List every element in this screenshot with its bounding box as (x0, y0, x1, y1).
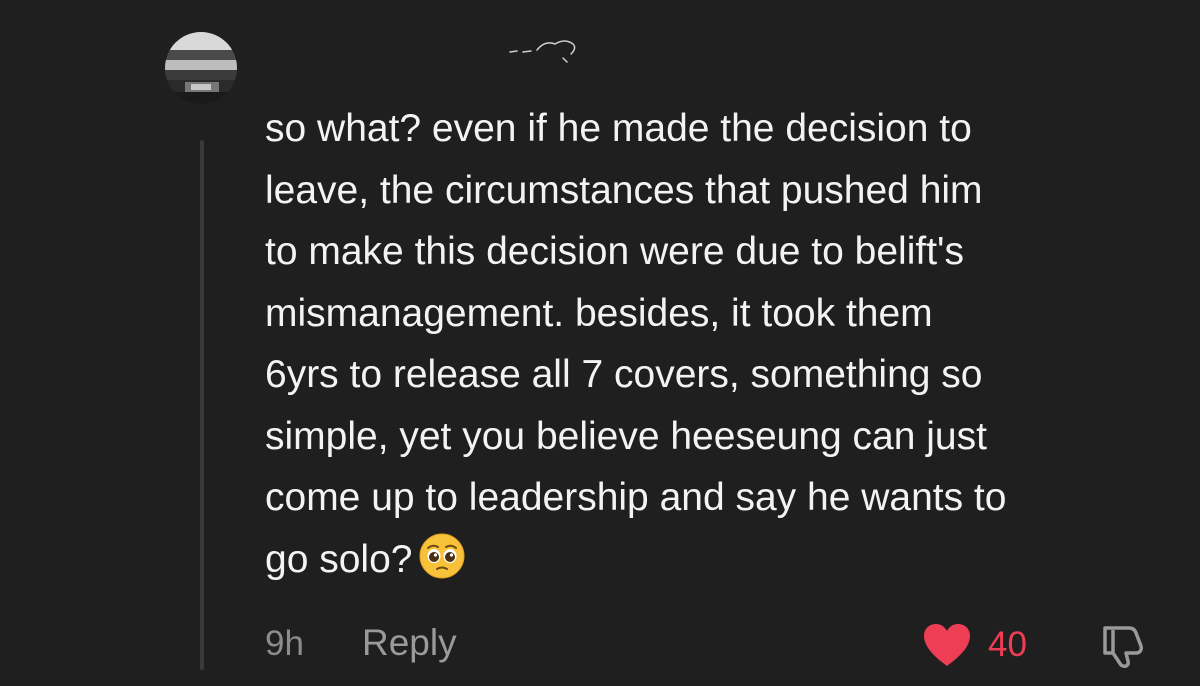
reply-button[interactable]: Reply (362, 622, 457, 664)
thumbs-down-icon (1103, 626, 1143, 668)
heart-icon (924, 624, 970, 666)
comment-text-content: so what? even if he made the decision to… (265, 107, 1007, 581)
like-button[interactable]: 40 (920, 620, 1027, 670)
avatar-image (165, 32, 237, 104)
comment-footer: 9h Reply 40 (265, 620, 1165, 670)
comment-text: so what? even if he made the decision to… (265, 98, 1175, 590)
thread-line (200, 140, 204, 670)
username-scribble (509, 40, 576, 63)
avatar[interactable] (165, 32, 237, 104)
pleading-face-emoji-icon (419, 533, 465, 578)
timestamp: 9h (265, 624, 304, 663)
dislike-button[interactable] (1097, 620, 1147, 670)
like-count: 40 (988, 625, 1027, 664)
